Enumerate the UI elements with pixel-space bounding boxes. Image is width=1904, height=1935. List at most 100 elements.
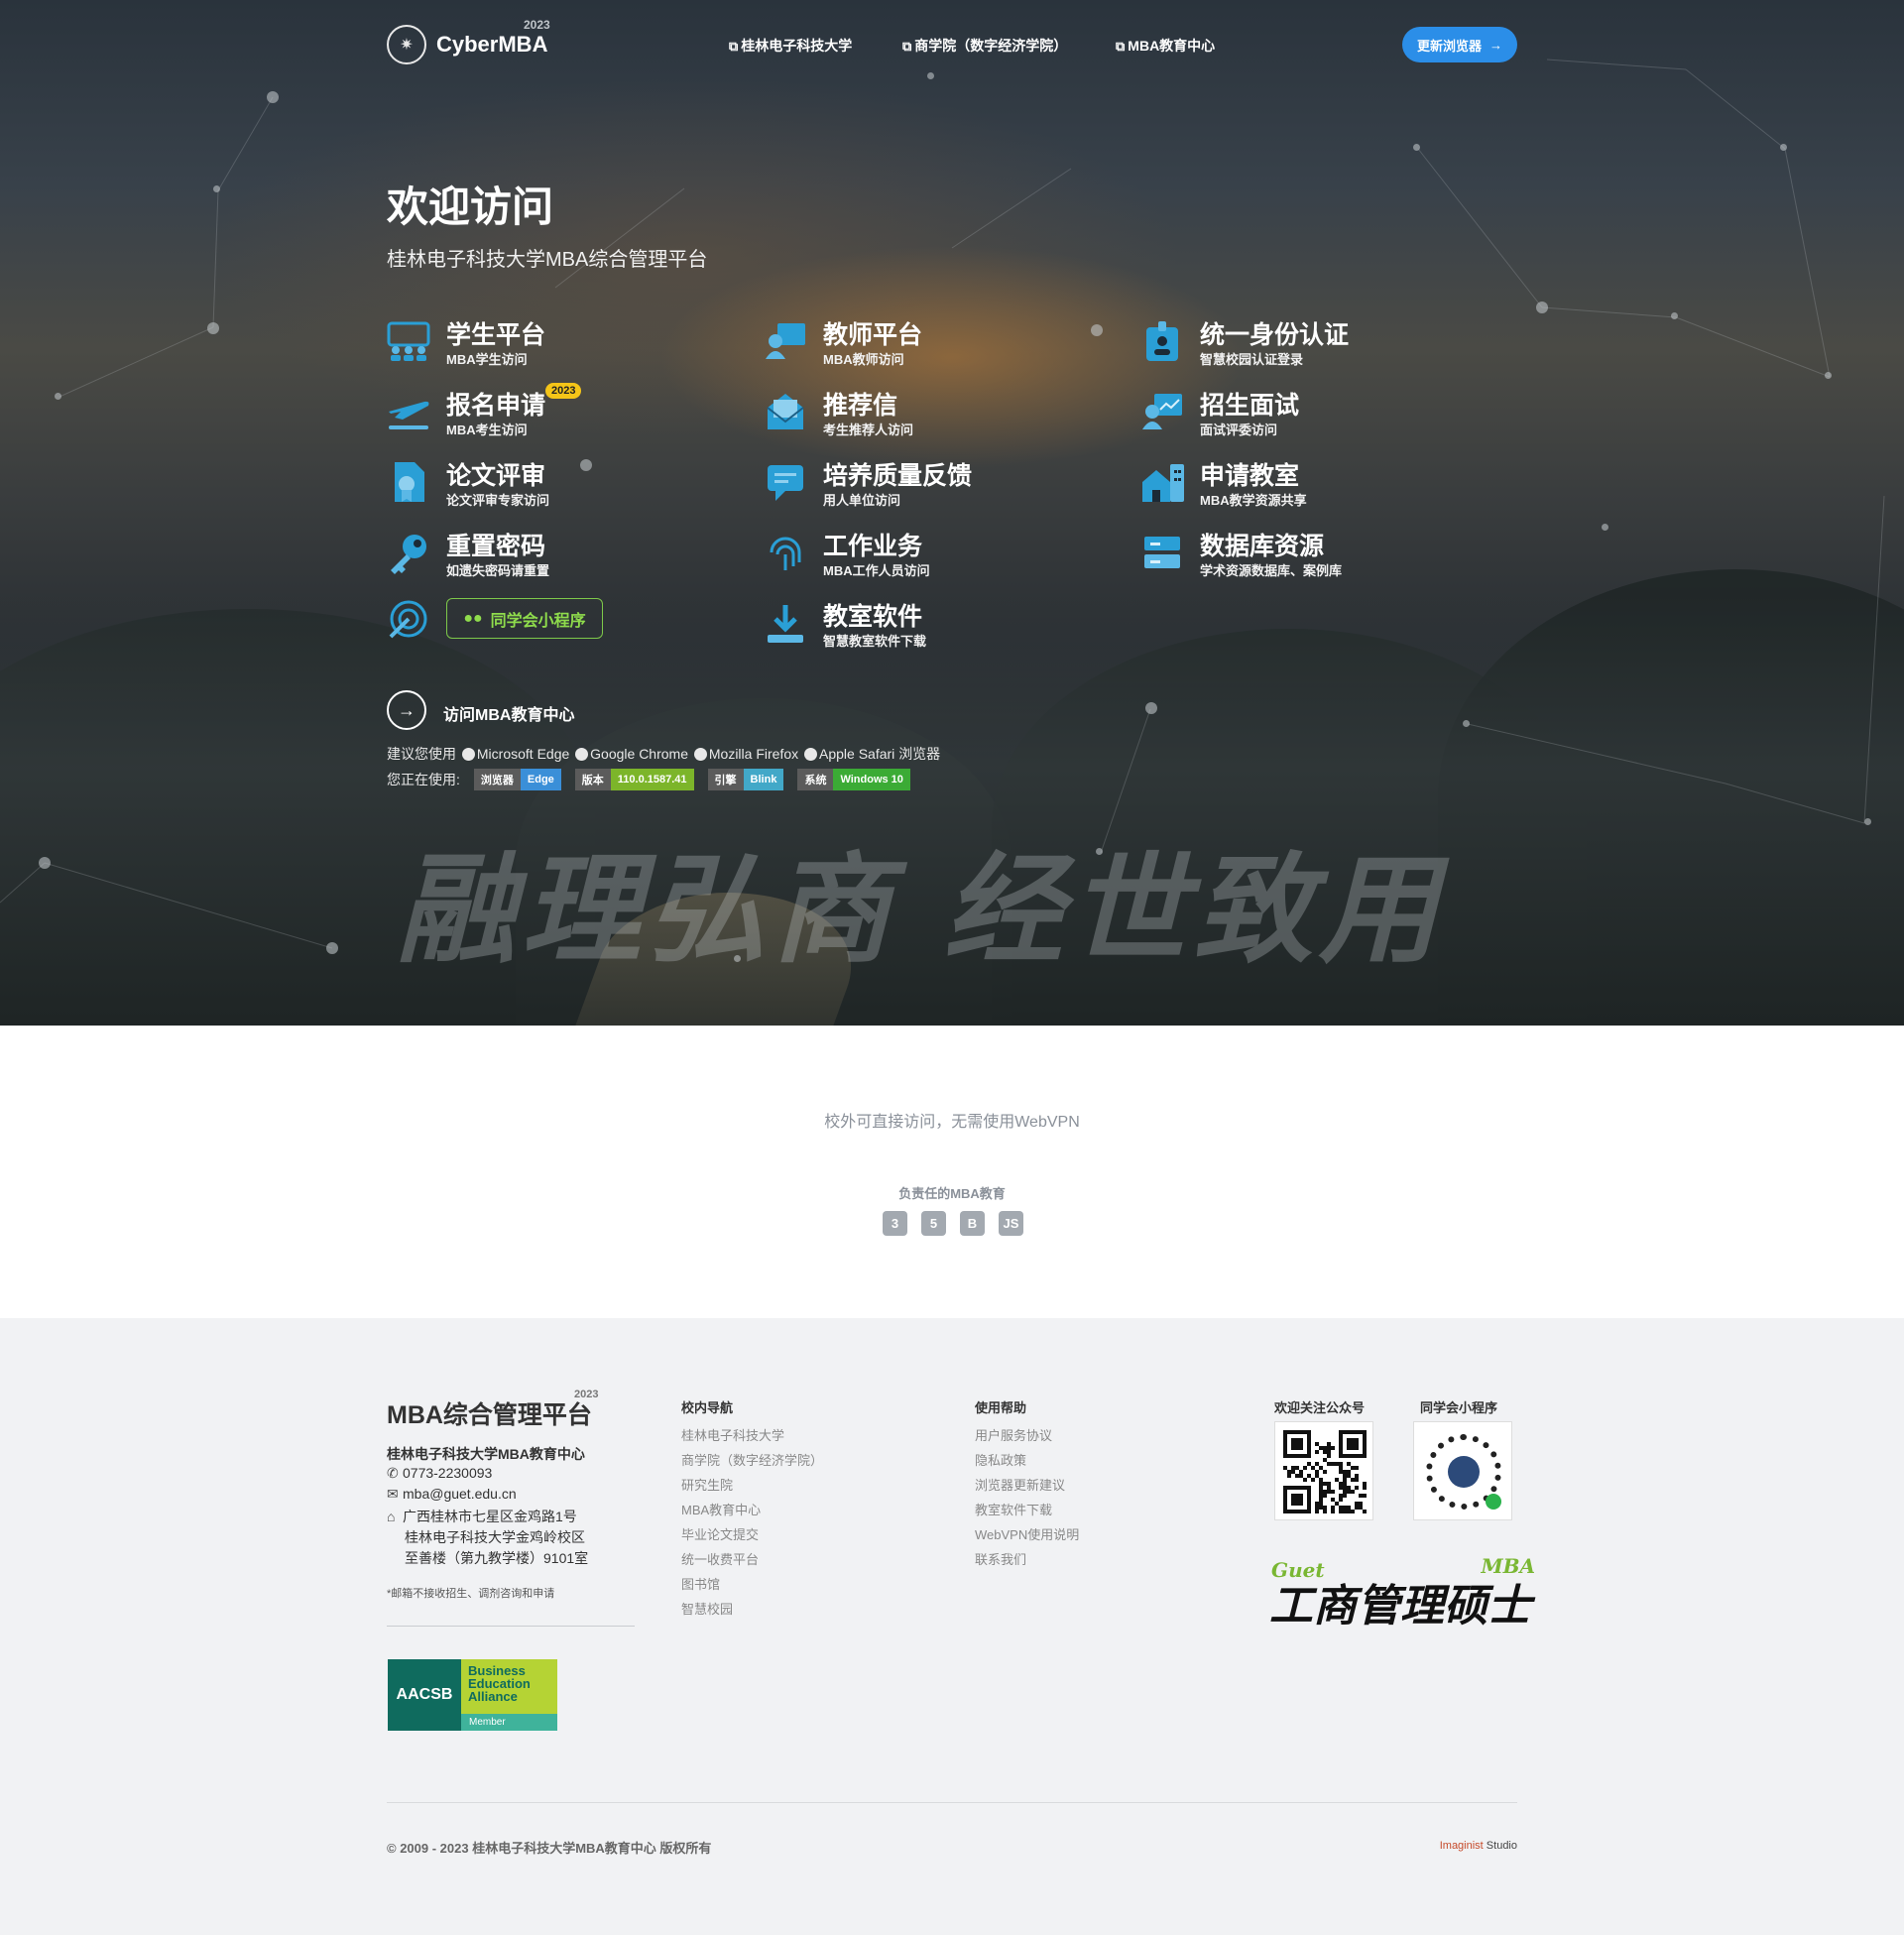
entry-subtitle: 论文评审专家访问: [446, 493, 550, 508]
update-browser-button[interactable]: 更新浏览器 →: [1402, 27, 1517, 62]
page-subtitle: 桂林电子科技大学MBA综合管理平台: [387, 249, 708, 271]
nav-link-business-school[interactable]: ⧉ 商学院（数字经济学院）: [902, 36, 1067, 56]
entry-classroom-booking[interactable]: 申请教室 MBA教学资源共享: [1140, 456, 1497, 514]
footer-link[interactable]: WebVPN使用说明: [975, 1524, 1079, 1543]
entry-subtitle: 如遗失密码请重置: [446, 563, 550, 578]
entry-recommendation-letter[interactable]: 推荐信 考生推荐人访问: [764, 386, 1121, 443]
particle-dot: [39, 857, 51, 869]
entry-work-business[interactable]: 工作业务 MBA工作人员访问: [764, 527, 1121, 584]
particle-dot: [1536, 302, 1548, 313]
brand-main: 工商管理硕士: [1269, 1581, 1531, 1632]
presentation-icon: [1140, 390, 1184, 433]
particle-dot: [1413, 144, 1420, 151]
qr-module: [1287, 1474, 1291, 1478]
entry-title: 申请教室: [1200, 462, 1300, 490]
nav-link-label: 商学院（数字经济学院）: [914, 38, 1068, 54]
footer-org: 桂林电子科技大学MBA教育中心: [387, 1446, 585, 1462]
plane-icon: [387, 390, 430, 433]
particle-dot: [1671, 312, 1678, 319]
entry-title: 教师平台: [823, 321, 923, 349]
footer-link[interactable]: 智慧校园: [681, 1599, 733, 1618]
qr-module: [1363, 1486, 1367, 1490]
os-shield: 系统 Windows 10: [797, 769, 910, 790]
recommend-suffix: 浏览器: [898, 746, 941, 762]
wechat-miniprogram-button[interactable]: ●● 同学会小程序: [446, 598, 603, 639]
particle-dot: [927, 72, 934, 79]
logo-text[interactable]: CyberMBA: [436, 32, 547, 58]
nav-link-label: MBA教育中心: [1128, 38, 1216, 54]
database-icon: [1140, 531, 1184, 574]
qr-module: [1315, 1450, 1319, 1454]
fingerprint-icon: [764, 531, 807, 574]
brand-guet: Guet: [1271, 1558, 1325, 1582]
address-text: 广西桂林市七星区金鸡路1号: [403, 1509, 577, 1524]
footer-link[interactable]: 研究生院: [681, 1475, 733, 1494]
qr-module: [1363, 1510, 1367, 1513]
footer-link[interactable]: MBA教育中心: [681, 1500, 761, 1518]
aacsb-member-text: Member: [461, 1714, 557, 1731]
footer-link[interactable]: 用户服务协议: [975, 1425, 1052, 1444]
footer-email[interactable]: ✉ mba@guet.edu.cn: [387, 1486, 517, 1503]
entry-quality-feedback[interactable]: 培养质量反馈 用人单位访问: [764, 456, 1121, 514]
studio-credit[interactable]: Imaginist Studio: [1440, 1840, 1517, 1852]
footer-link[interactable]: 统一收费平台: [681, 1549, 759, 1568]
miniprogram-qr-code: [1413, 1421, 1512, 1520]
qr-module: [1303, 1466, 1307, 1470]
version-shield: 版本 110.0.1587.41: [574, 769, 694, 790]
javascript-icon: JS: [999, 1211, 1023, 1236]
qr-module: [1351, 1490, 1355, 1494]
current-browser-info: 您正在使用: 浏览器 Edge 版本 110.0.1587.41 引擎 Blink 系…: [387, 769, 910, 790]
miniprogram-title: 同学会小程序: [1420, 1400, 1498, 1415]
qr-module: [1323, 1494, 1327, 1498]
browser-shield: 浏览器 Edge: [473, 769, 561, 790]
qr-module: [1327, 1454, 1331, 1458]
entry-teacher-platform[interactable]: 教师平台 MBA教师访问: [764, 315, 1121, 373]
footer-link[interactable]: 商学院（数字经济学院）: [681, 1450, 823, 1469]
footer-link[interactable]: 图书馆: [681, 1574, 720, 1593]
aacsb-alliance-text: Business Education Alliance: [468, 1663, 531, 1704]
footer-link[interactable]: 教室软件下载: [975, 1500, 1052, 1518]
qr-module: [1363, 1454, 1367, 1458]
nav-link-mba-center[interactable]: ⧉ MBA教育中心: [1116, 36, 1215, 56]
wechat-icon: ●●: [463, 609, 483, 627]
phone-text: 0773-2230093: [403, 1465, 493, 1481]
browser-recommendation: 建议您使用 Microsoft Edge Google Chrome Mozil…: [387, 744, 940, 764]
qr-module: [1311, 1478, 1315, 1482]
calligraphy-motto: 融理弘商 经世致用: [397, 840, 1444, 980]
target-arrow-icon: [387, 597, 430, 641]
footer-link[interactable]: 毕业论文提交: [681, 1524, 759, 1543]
footer-link[interactable]: 桂林电子科技大学: [681, 1425, 784, 1444]
footer-phone: ✆ 0773-2230093: [387, 1465, 492, 1482]
qr-module: [1351, 1510, 1355, 1513]
entry-student-platform[interactable]: 学生平台 MBA学生访问: [387, 315, 744, 373]
entry-title: 报名申请: [446, 392, 546, 420]
entry-subtitle: MBA教学资源共享: [1200, 493, 1307, 508]
hero-section: ✷ CyberMBA 2023 ⧉ 桂林电子科技大学 ⧉ 商学院（数字经济学院） ⧉…: [0, 0, 1904, 1026]
qr-module: [1355, 1478, 1359, 1482]
shield-value: Windows 10: [833, 769, 910, 790]
entry-thesis-review[interactable]: 论文评审 论文评审专家访问: [387, 456, 744, 514]
aacsb-badge[interactable]: AACSB Business Education Alliance Member: [388, 1659, 557, 1731]
phone-icon: ✆: [387, 1465, 399, 1481]
university-logo-icon[interactable]: ✷: [387, 25, 426, 64]
entry-subtitle: 面试评委访问: [1200, 423, 1278, 437]
footer-col-help-title: 使用帮助: [975, 1400, 1027, 1415]
footer-link[interactable]: 隐私政策: [975, 1450, 1026, 1469]
studio-name: Imaginist: [1439, 1840, 1484, 1852]
entry-unified-auth[interactable]: 统一身份认证 智慧校园认证登录: [1140, 315, 1497, 373]
key-icon: [387, 531, 430, 574]
footer-col-nav-title: 校内导航: [681, 1400, 734, 1415]
entry-reset-password[interactable]: 重置密码 如遗失密码请重置: [387, 527, 744, 584]
qr-module: [1331, 1510, 1335, 1513]
footer-link[interactable]: 联系我们: [975, 1549, 1026, 1568]
entry-database-resources[interactable]: 数据库资源 学术资源数据库、案例库: [1140, 527, 1497, 584]
footer-link[interactable]: 浏览器更新建议: [975, 1475, 1065, 1494]
envelope-icon: ✉: [387, 1486, 399, 1502]
external-link-icon: ⧉: [902, 39, 912, 54]
entry-classroom-software[interactable]: 教室软件 智慧教室软件下载: [764, 597, 1121, 655]
using-label: 您正在使用:: [387, 772, 460, 787]
footer-address-line: 桂林电子科技大学金鸡岭校区: [405, 1529, 585, 1545]
nav-link-university[interactable]: ⧉ 桂林电子科技大学: [729, 36, 852, 56]
entry-application[interactable]: 报名申请 2023 MBA考生访问: [387, 383, 744, 443]
entry-admission-interview[interactable]: 招生面试 面试评委访问: [1140, 386, 1497, 443]
